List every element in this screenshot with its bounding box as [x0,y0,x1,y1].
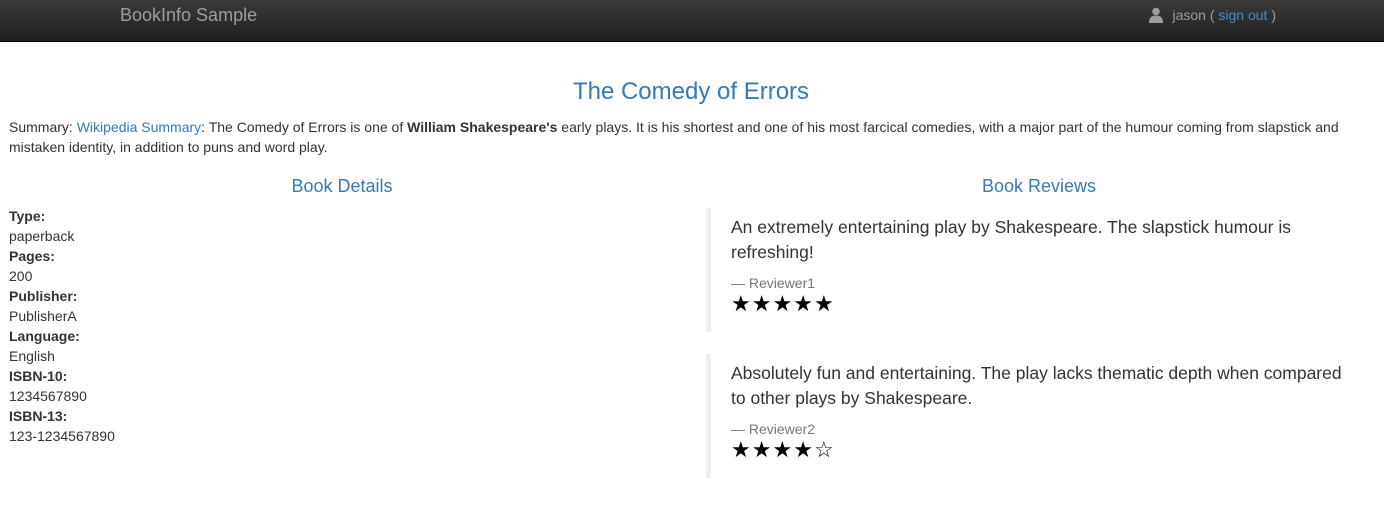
star-filled-icon: ★ [813,291,835,316]
paren-open: ( [1209,7,1215,23]
detail-label-language: Language: [9,328,80,344]
detail-value-type: paperback [9,228,75,244]
book-details-list: Type: paperback Pages: 200 Publisher: Pu… [9,206,115,446]
detail-value-publisher: PublisherA [9,308,77,324]
user-menu: jason ( sign out ) [1149,6,1276,24]
star-filled-icon: ★ [793,437,814,462]
star-rating: ★★★★★ [731,293,1356,315]
review-text: An extremely entertaining play by Shakes… [731,217,1291,262]
star-filled-icon: ★ [751,291,773,316]
summary-prefix: Summary: [9,119,77,135]
book-reviews-heading: Book Reviews [981,176,1097,196]
book-title: The Comedy of Errors [572,78,810,105]
star-filled-icon: ★ [731,437,752,462]
book-details-heading: Book Details [291,176,393,196]
review-item: An extremely entertaining play by Shakes… [706,208,1356,332]
detail-label-pages: Pages: [9,248,55,264]
sign-out-link[interactable]: sign out [1218,6,1267,24]
detail-value-isbn10: 1234567890 [9,388,87,404]
detail-value-isbn13: 123-1234567890 [9,428,115,444]
detail-label-type: Type: [9,208,46,224]
star-rating: ★★★★☆ [731,439,1356,461]
user-icon [1149,7,1164,23]
brand-title[interactable]: BookInfo Sample [120,4,257,26]
paren-close: ) [1271,7,1276,23]
star-empty-icon: ☆ [813,437,835,462]
reviewer-name: — Reviewer1 [731,275,816,291]
book-summary: Summary: Wikipedia Summary: The Comedy o… [9,117,1359,157]
star-filled-icon: ★ [772,291,794,316]
star-filled-icon: ★ [793,291,814,316]
star-filled-icon: ★ [772,437,794,462]
star-filled-icon: ★ [731,291,752,316]
review-text: Absolutely fun and entertaining. The pla… [731,363,1342,408]
detail-value-pages: 200 [9,268,33,284]
detail-label-isbn13: ISBN-13: [9,408,68,424]
detail-label-isbn10: ISBN-10: [9,368,68,384]
top-navbar: BookInfo Sample jason ( sign out ) [0,0,1384,42]
reviewer-name: — Reviewer2 [731,421,816,437]
wikipedia-summary-link[interactable]: Wikipedia Summary [77,119,201,135]
username: jason [1172,7,1206,23]
detail-value-language: English [9,348,55,364]
summary-text-start: : The Comedy of Errors is one of [201,119,408,135]
detail-label-publisher: Publisher: [9,288,78,304]
summary-author: William Shakespeare's [407,119,558,135]
star-filled-icon: ★ [751,437,773,462]
review-item: Absolutely fun and entertaining. The pla… [706,354,1356,478]
